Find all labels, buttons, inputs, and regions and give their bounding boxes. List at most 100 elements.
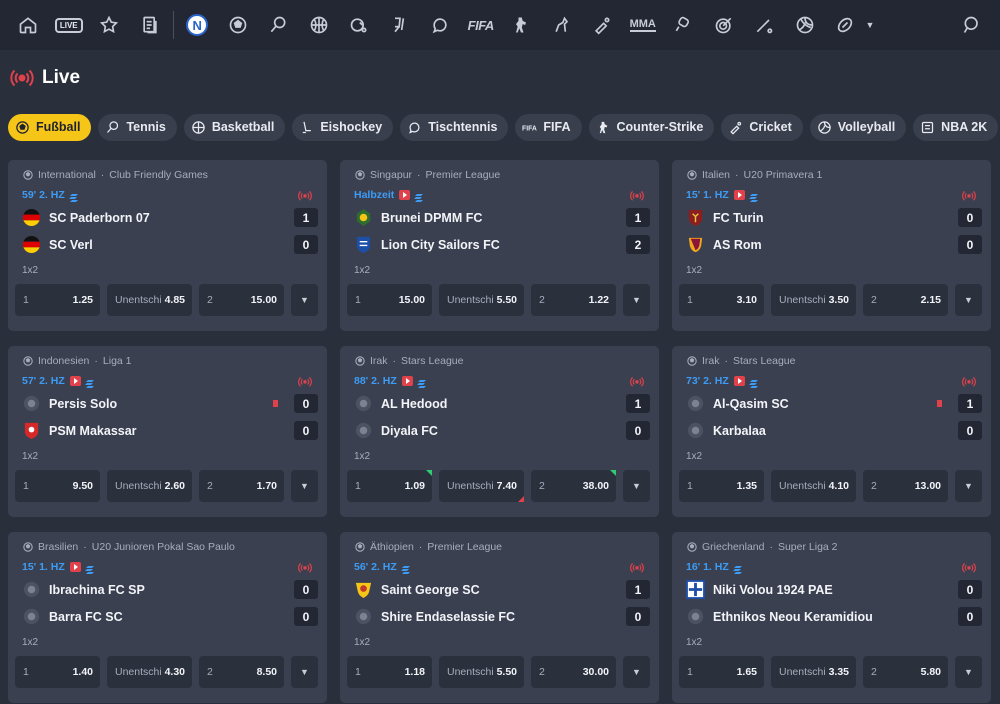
livestream-play-icon[interactable] [69,562,81,572]
odd-draw-button[interactable]: Unentschi 5.50 [439,284,524,316]
team-row-home[interactable]: Brunei DPMM FC 1 [347,204,652,231]
odd-home-button[interactable]: 1 1.18 [347,656,432,688]
tennis-icon[interactable] [258,0,299,50]
table-tennis-icon[interactable] [380,0,421,50]
match-card[interactable]: Griechenland · Super Liga 2 16' 1. HZ Niki V… [672,532,991,703]
team-row-home[interactable]: Ibrachina FC SP 0 [15,576,320,603]
team-row-home[interactable]: Al-Qasim SC 1 [679,390,984,417]
livestream-play-icon[interactable] [399,190,411,200]
stats-icon[interactable] [84,562,95,574]
livestream-play-icon[interactable] [733,190,745,200]
more-markets-chevron-down-icon[interactable]: ▼ [955,656,982,688]
team-row-away[interactable]: Diyala FC 0 [347,417,652,444]
team-row-away[interactable]: AS Rom 0 [679,231,984,258]
filter-chip-volleyball[interactable]: Volleyball [809,113,907,141]
team-row-away[interactable]: Karbalaa 0 [679,417,984,444]
odd-away-button[interactable]: 2 38.00 [531,470,616,502]
star-icon[interactable] [89,0,130,50]
more-sports-chevron-down-icon[interactable]: ▼ [866,20,875,30]
match-card[interactable]: Irak · Stars League 73' 2. HZ Al-Qasim SC 1 Ka… [672,346,991,517]
team-row-away[interactable]: Barra FC SC 0 [15,603,320,630]
odd-draw-button[interactable]: Unentschi 7.40 [439,470,524,502]
filter-chip-tischtennis[interactable]: Tischtennis [400,113,509,141]
team-row-home[interactable]: AL Hedood 1 [347,390,652,417]
match-card[interactable]: Singapur · Premier League Halbzeit Brunei DP… [340,160,659,331]
stats-icon[interactable] [732,562,743,574]
rugby-icon[interactable] [825,0,866,50]
filter-chip-basketball[interactable]: Basketball [183,113,286,141]
more-markets-chevron-down-icon[interactable]: ▼ [623,656,650,688]
boxing-icon[interactable] [663,0,704,50]
mma-icon[interactable]: MMA [623,0,664,50]
team-row-home[interactable]: Persis Solo 0 [15,390,320,417]
odd-draw-button[interactable]: Unentschi 4.85 [107,284,192,316]
livestream-play-icon[interactable] [733,376,745,386]
volleyball-icon[interactable] [785,0,826,50]
livestream-play-icon[interactable] [69,376,81,386]
stats-icon[interactable] [416,376,427,388]
odd-draw-button[interactable]: Unentschi 3.35 [771,656,856,688]
stats-icon[interactable] [414,190,424,202]
more-markets-chevron-down-icon[interactable]: ▼ [291,656,318,688]
odd-home-button[interactable]: 1 1.40 [15,656,100,688]
odd-away-button[interactable]: 2 8.50 [199,656,284,688]
odd-home-button[interactable]: 1 15.00 [347,284,432,316]
stats-icon[interactable] [400,562,411,574]
team-row-away[interactable]: Lion City Sailors FC 2 [347,231,652,258]
odd-draw-button[interactable]: Unentschi 2.60 [107,470,192,502]
football-icon[interactable] [218,0,259,50]
filter-chip-eishockey[interactable]: Eishockey [292,113,394,141]
stats-icon[interactable] [748,376,759,388]
odd-home-button[interactable]: 1 1.09 [347,470,432,502]
filter-chip-nba-2k[interactable]: NBA 2K [913,113,999,141]
team-row-home[interactable]: Saint George SC 1 [347,576,652,603]
baseball-icon[interactable] [744,0,785,50]
cricket-icon[interactable] [582,0,623,50]
home-icon[interactable] [8,0,49,50]
filter-chip-fu-ball[interactable]: Fußball [8,113,92,141]
more-markets-chevron-down-icon[interactable]: ▼ [291,284,318,316]
filter-chip-cricket[interactable]: Cricket [721,113,803,141]
more-markets-chevron-down-icon[interactable]: ▼ [623,470,650,502]
odd-draw-button[interactable]: Unentschi 4.30 [107,656,192,688]
search-icon[interactable] [952,0,992,50]
team-row-home[interactable]: SC Paderborn 07 1 [15,204,320,231]
team-row-away[interactable]: PSM Makassar 0 [15,417,320,444]
more-markets-chevron-down-icon[interactable]: ▼ [955,470,982,502]
odd-away-button[interactable]: 2 30.00 [531,656,616,688]
darts-icon[interactable] [704,0,745,50]
esports-chat-icon[interactable] [420,0,461,50]
team-row-away[interactable]: Ethnikos Neou Keramidiou 0 [679,603,984,630]
filter-chip-fifa[interactable]: FIFA FIFA [515,113,582,141]
odd-home-button[interactable]: 1 1.65 [679,656,764,688]
odd-away-button[interactable]: 2 1.70 [199,470,284,502]
match-card[interactable]: Brasilien · U20 Junioren Pokal Sao Paulo 15… [8,532,327,703]
odd-home-button[interactable]: 1 1.35 [679,470,764,502]
match-card[interactable]: Italien · U20 Primavera 1 15' 1. HZ FC Turin… [672,160,991,331]
live-icon[interactable]: LIVE [49,0,90,50]
stats-icon[interactable] [748,190,759,202]
betslip-icon[interactable] [130,0,171,50]
odd-home-button[interactable]: 1 1.25 [15,284,100,316]
odd-away-button[interactable]: 2 15.00 [199,284,284,316]
odd-away-button[interactable]: 2 13.00 [863,470,948,502]
match-card[interactable]: Indonesien · Liga 1 57' 2. HZ Persis Solo 0 PS… [8,346,327,517]
match-card[interactable]: Äthiopien · Premier League 56' 2. HZ Saint G… [340,532,659,703]
fifa-icon[interactable]: FIFA [461,0,502,50]
team-row-home[interactable]: Niki Volou 1924 PAE 0 [679,576,984,603]
filter-chip-tennis[interactable]: Tennis [98,113,177,141]
nsports-icon[interactable]: N [177,0,218,50]
more-markets-chevron-down-icon[interactable]: ▼ [623,284,650,316]
odd-draw-button[interactable]: Unentschi 3.50 [771,284,856,316]
more-markets-chevron-down-icon[interactable]: ▼ [291,470,318,502]
hockey-icon[interactable] [339,0,380,50]
odd-away-button[interactable]: 2 2.15 [863,284,948,316]
team-row-home[interactable]: FC Turin 0 [679,204,984,231]
filter-chip-counter-strike[interactable]: Counter-Strike [588,113,715,141]
match-card[interactable]: International · Club Friendly Games 59' 2. … [8,160,327,331]
stats-icon[interactable] [68,190,79,202]
counter-strike-icon[interactable] [501,0,542,50]
odd-home-button[interactable]: 1 3.10 [679,284,764,316]
stats-icon[interactable] [84,376,95,388]
odd-draw-button[interactable]: Unentschi 4.10 [771,470,856,502]
